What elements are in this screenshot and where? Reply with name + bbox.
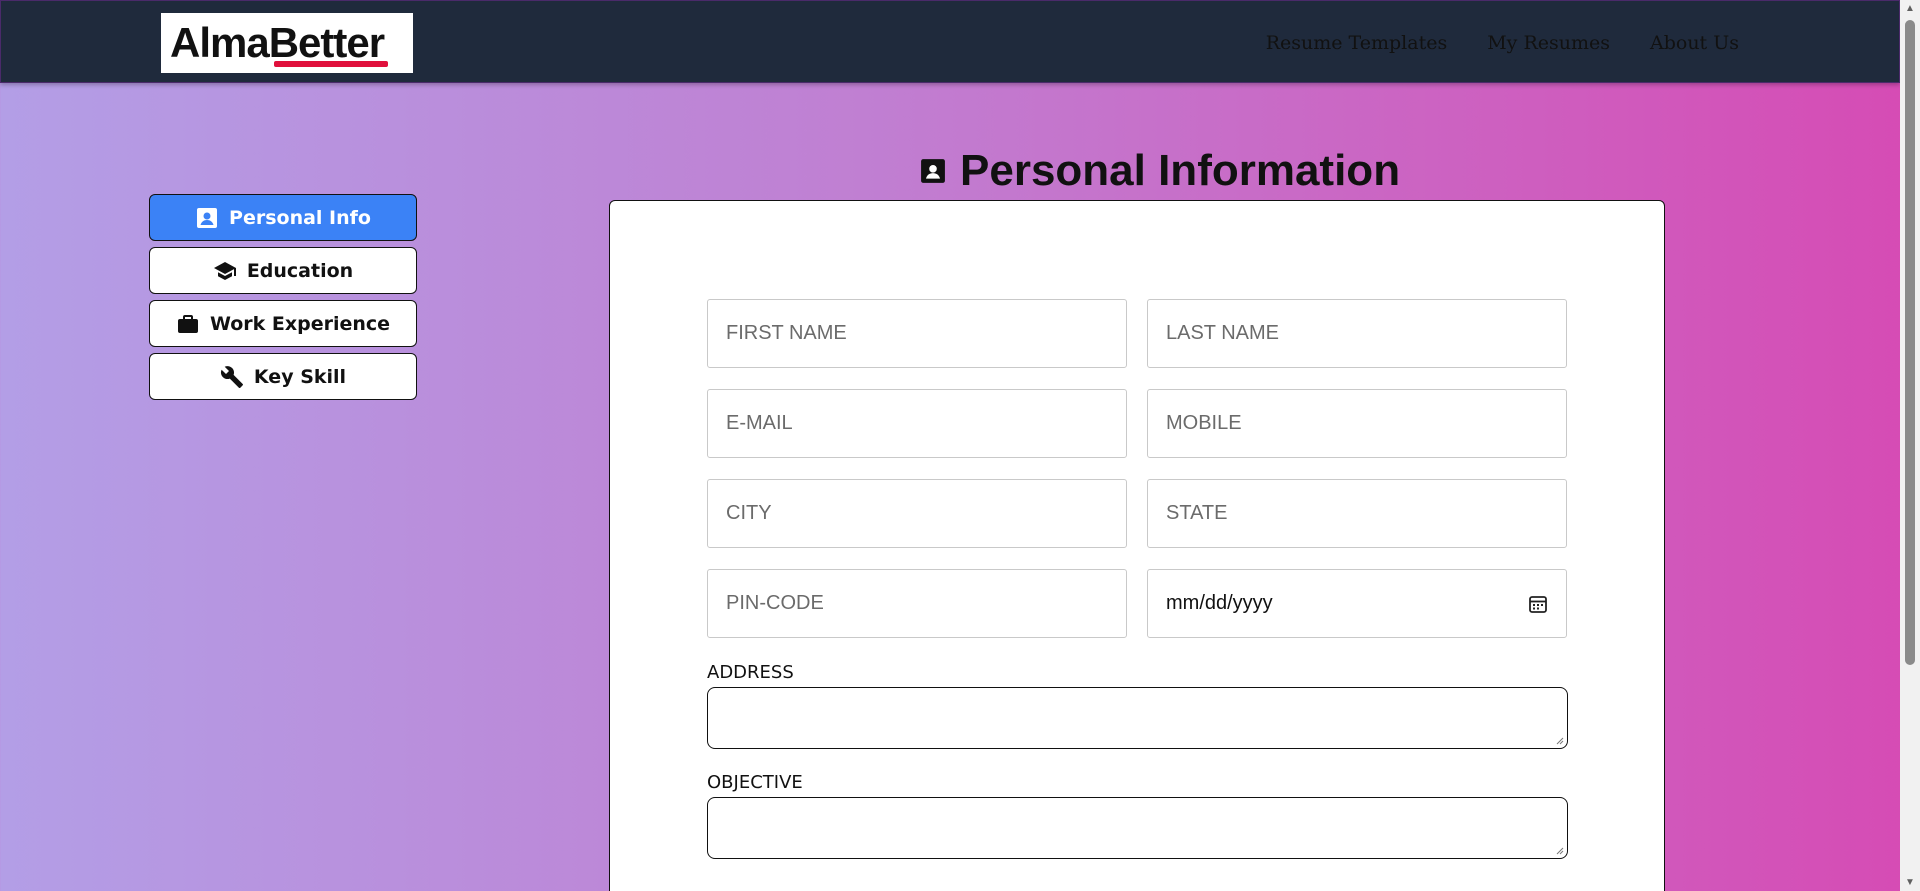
date-of-birth-input[interactable]: mm/dd/yyyy [1147,569,1567,638]
city-input[interactable] [707,479,1127,548]
graduation-cap-icon [213,261,236,280]
logo-text: AlmaBetter [170,22,389,67]
sidebar-item-work-experience[interactable]: Work Experience [149,300,417,347]
calendar-icon[interactable] [1528,594,1548,614]
top-navbar: AlmaBetter Resume Templates My Resumes A… [0,0,1900,83]
objective-label: OBJECTIVE [707,772,803,793]
wrench-icon [220,365,243,388]
contact-card-icon [197,207,218,228]
sidebar-item-label: Key Skill [253,365,347,388]
sidebar-item-label: Work Experience [209,312,391,335]
sidebar-item-label: Education [246,259,354,282]
section-sidebar: Personal Info Education Work Experience … [149,194,417,406]
objective-textarea[interactable] [707,797,1568,859]
nav-link-my-resumes[interactable]: My Resumes [1487,32,1610,54]
date-placeholder: mm/dd/yyyy [1166,592,1273,614]
pincode-input[interactable] [707,569,1127,638]
almabetter-logo[interactable]: AlmaBetter [161,13,413,73]
last-name-input[interactable] [1147,299,1567,368]
nav-links: Resume Templates My Resumes About Us [1266,1,1739,84]
page-scrollbar[interactable]: ▲ ▼ [1900,0,1920,891]
logo-underline [274,61,389,67]
state-input[interactable] [1147,479,1567,548]
first-name-input[interactable] [707,299,1127,368]
scroll-thumb[interactable] [1905,20,1915,665]
address-label: ADDRESS [707,662,794,683]
sidebar-item-personal-info[interactable]: Personal Info [149,194,417,241]
sidebar-item-label: Personal Info [229,206,371,229]
page-title-text: Personal Information [960,146,1401,195]
scroll-down-arrow-icon[interactable]: ▼ [1900,874,1920,891]
address-textarea[interactable] [707,687,1568,749]
resize-grip-icon[interactable] [1556,737,1564,745]
personal-info-form: mm/dd/yyyy ADDRESS OBJECTIVE [609,200,1665,891]
email-input[interactable] [707,389,1127,458]
scroll-up-arrow-icon[interactable]: ▲ [1900,0,1920,17]
contact-card-icon [921,159,945,183]
resize-grip-icon[interactable] [1556,847,1564,855]
sidebar-item-key-skill[interactable]: Key Skill [149,353,417,400]
briefcase-icon [177,314,198,333]
page-title: Personal Information [920,146,1400,196]
nav-link-about-us[interactable]: About Us [1650,32,1739,54]
mobile-input[interactable] [1147,389,1567,458]
nav-link-resume-templates[interactable]: Resume Templates [1266,32,1448,54]
sidebar-item-education[interactable]: Education [149,247,417,294]
